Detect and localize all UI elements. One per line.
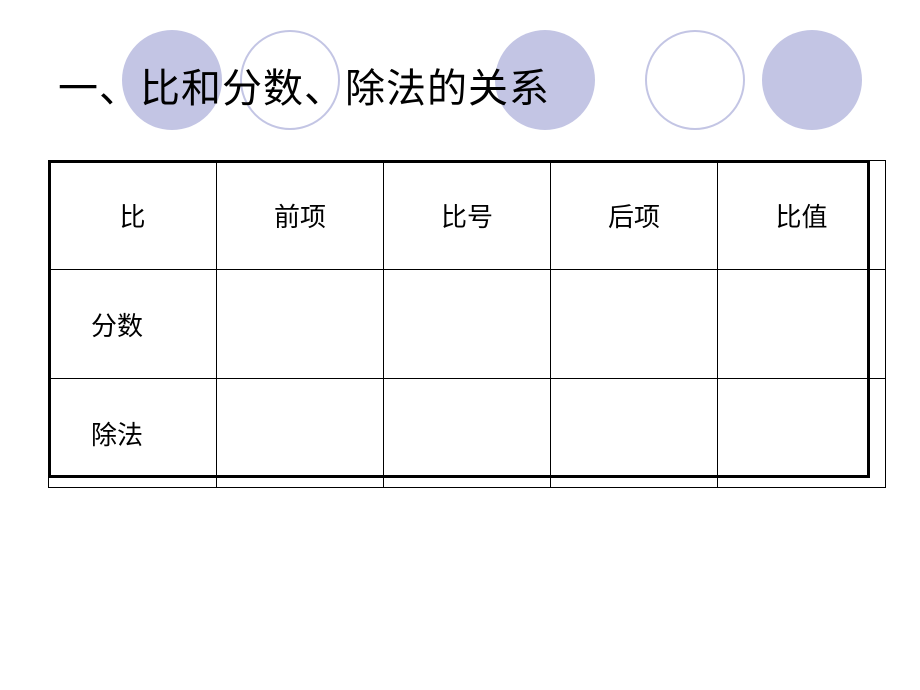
table-header-cell-1: 前项 — [216, 160, 384, 270]
table-cell-1-0 — [216, 378, 384, 488]
table-cell-0-3 — [717, 269, 886, 379]
table-cell-0-1 — [383, 269, 551, 379]
table-row-label-1: 除法 — [48, 378, 217, 488]
circle-outline-2-icon — [645, 30, 745, 130]
slide-canvas: 一、比和分数、除法的关系 比 前项 比号 后项 比值 分数 除法 — [0, 0, 920, 690]
table-header-cell-2: 比号 — [383, 160, 551, 270]
table-cell-1-1 — [383, 378, 551, 488]
relation-table: 比 前项 比号 后项 比值 分数 除法 — [48, 160, 886, 488]
table-row: 除法 — [48, 378, 886, 488]
table-cell-1-2 — [550, 378, 718, 488]
table-header-cell-4: 比值 — [717, 160, 886, 270]
table-cell-0-0 — [216, 269, 384, 379]
slide-title: 一、比和分数、除法的关系 — [58, 66, 550, 111]
table-cell-1-3 — [717, 378, 886, 488]
table-header-cell-3: 后项 — [550, 160, 718, 270]
table-cell-0-2 — [550, 269, 718, 379]
table-row: 分数 — [48, 269, 886, 379]
table-header-cell-0: 比 — [48, 160, 217, 270]
table-header-row: 比 前项 比号 后项 比值 — [48, 160, 886, 270]
circle-filled-3-icon — [762, 30, 862, 130]
table-row-label-0: 分数 — [48, 269, 217, 379]
